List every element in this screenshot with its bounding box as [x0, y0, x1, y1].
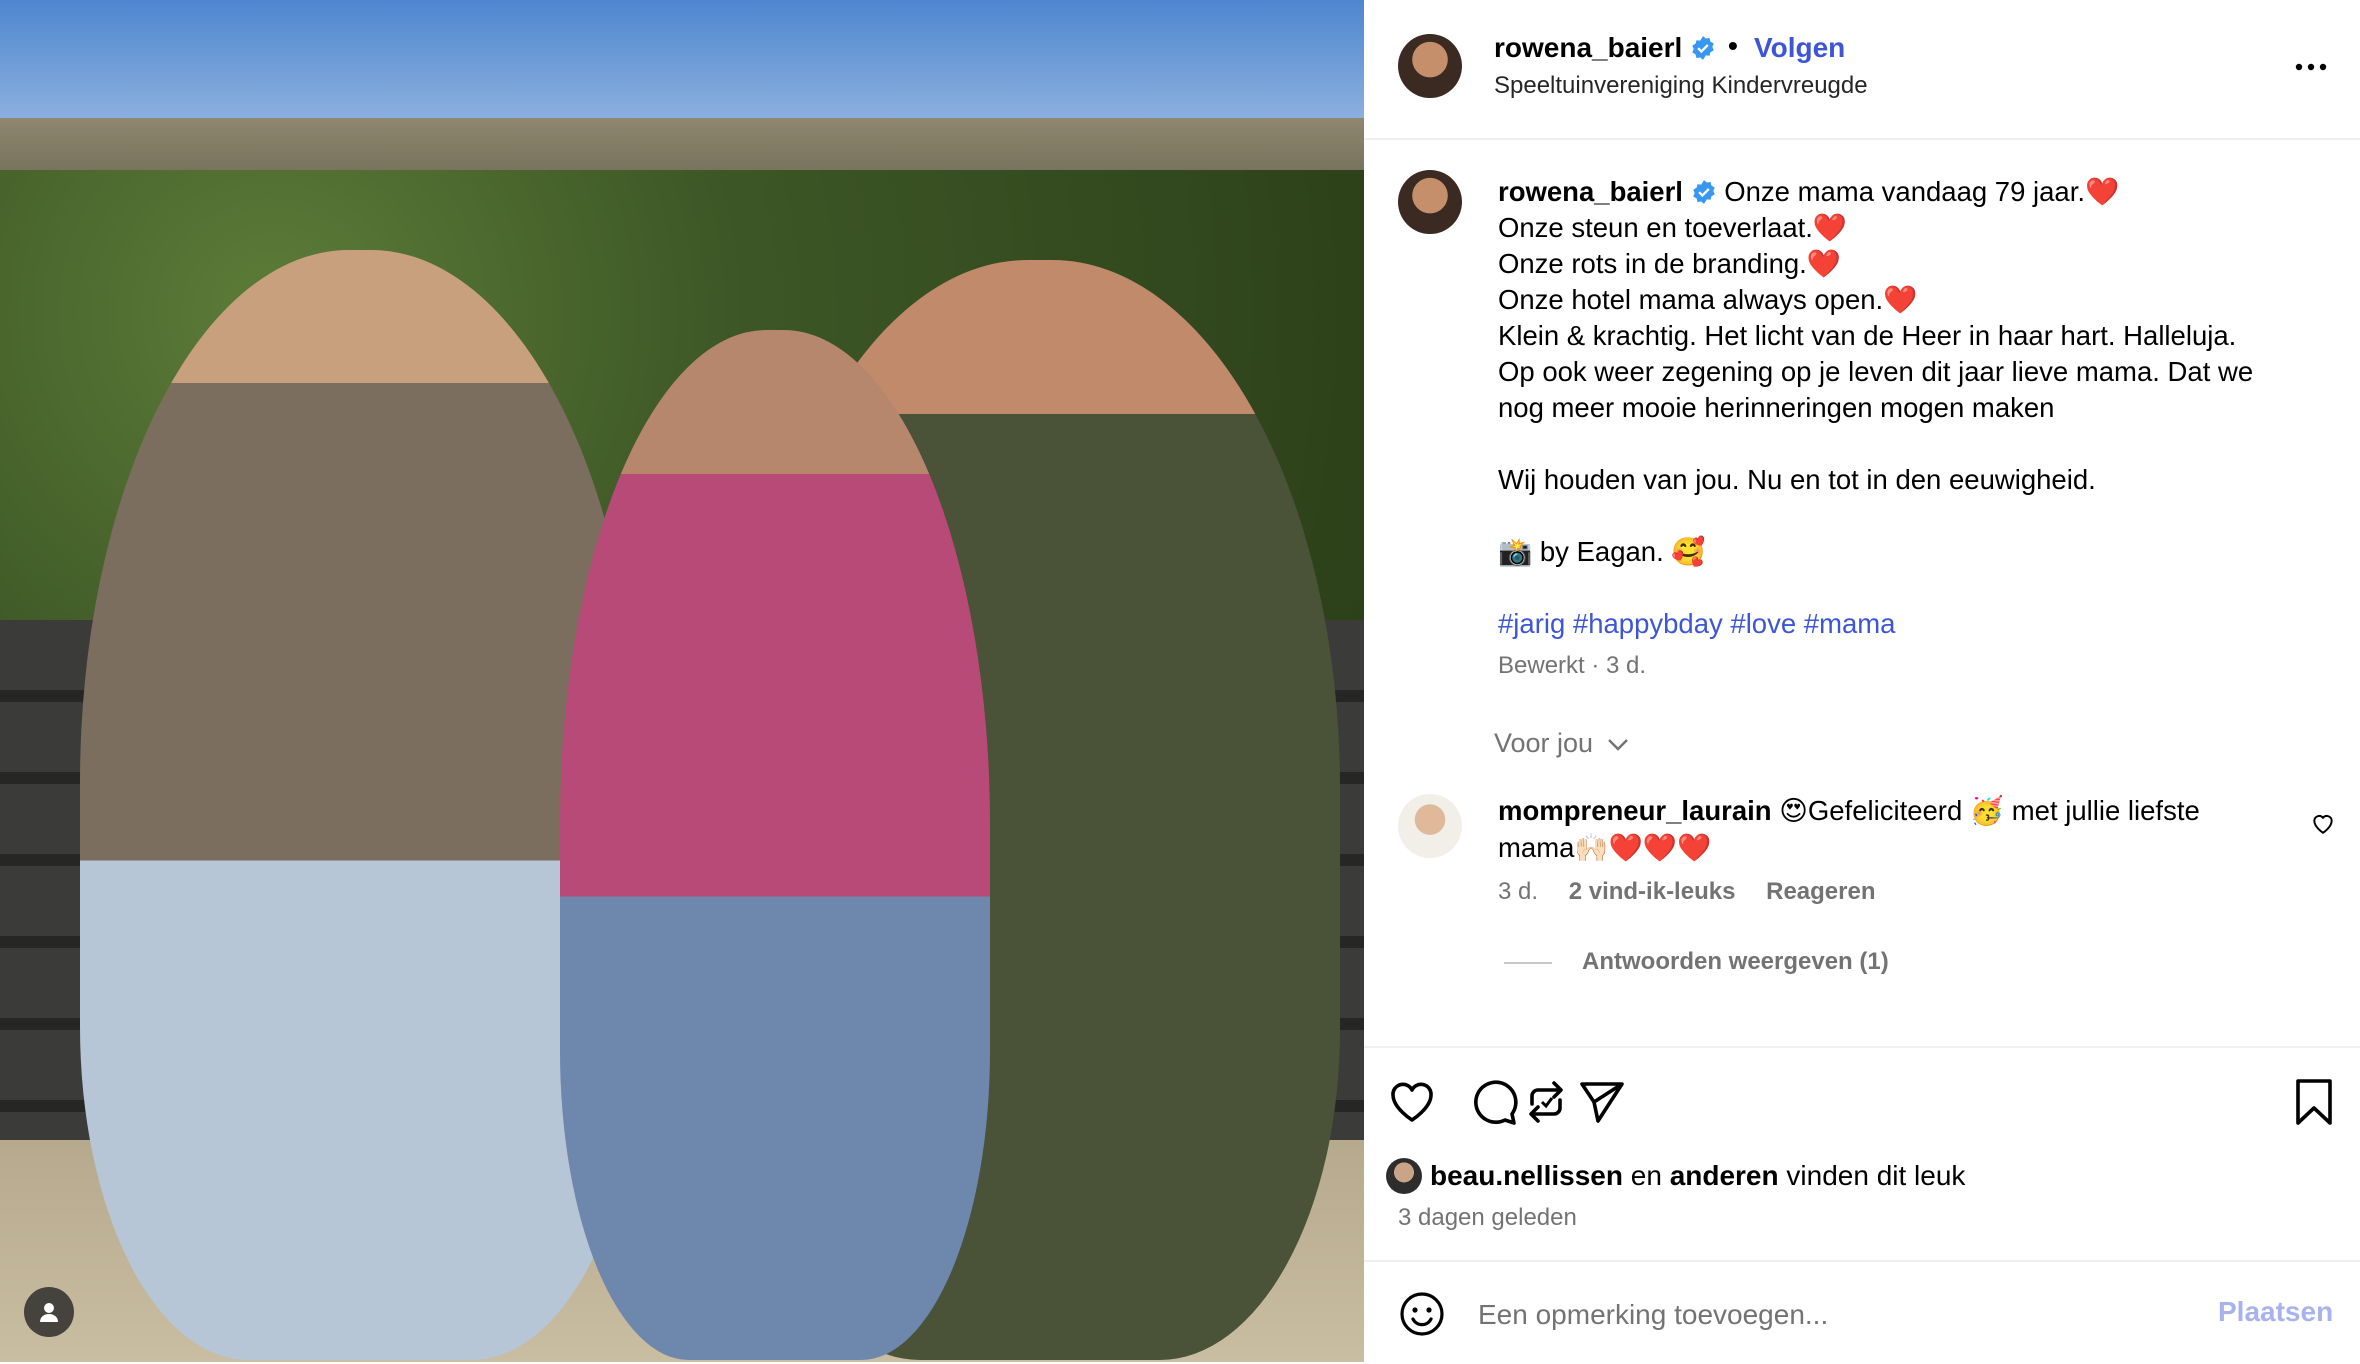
- likes-others[interactable]: anderen: [1670, 1160, 1779, 1191]
- liker-avatar: [1386, 1158, 1422, 1194]
- caption-hashtags[interactable]: #jarig #happybday #love #mama: [1498, 606, 2328, 642]
- comment-reply-button[interactable]: Reageren: [1766, 878, 1875, 905]
- add-comment-input[interactable]: [1476, 1294, 2180, 1336]
- likes-suffix: vinden dit leuk: [1786, 1160, 1966, 1191]
- post-caption: rowena_baierl Onze mama vandaag 79 jaar.…: [1498, 174, 2328, 642]
- caption-edited-time: Bewerkt · 3 d.: [1498, 652, 1647, 679]
- commenter-avatar[interactable]: [1398, 794, 1462, 858]
- likes-summary[interactable]: beau.nellissen en anderen vinden dit leu…: [1386, 1158, 1965, 1194]
- caption-line: 📸 by Eagan. 🥰: [1498, 536, 1706, 567]
- header-separator: •: [1728, 30, 1738, 61]
- post-photo[interactable]: [0, 0, 1364, 1362]
- caption-line: Onze mama vandaag 79 jaar.❤️: [1724, 176, 2120, 207]
- comment-meta: 3 d. 2 vind-ik-leuks Reageren: [1498, 878, 1900, 906]
- author-username[interactable]: rowena_baierl: [1494, 32, 1682, 63]
- post-side-panel: rowena_baierl • Volgen Speeltuinverenigi…: [1364, 0, 2360, 1362]
- post-actions: beau.nellissen en anderen vinden dit leu…: [1364, 1046, 2360, 1262]
- caption-line: Onze steun en toeverlaat.❤️: [1498, 212, 1848, 243]
- tagged-users-icon[interactable]: [24, 1287, 74, 1337]
- comment-sort-dropdown[interactable]: Voor jou: [1494, 728, 1629, 759]
- photo-person-center: [560, 330, 990, 1360]
- caption-line: Klein & krachtig. Het licht van de Heer …: [1498, 320, 2237, 351]
- post-header: rowena_baierl • Volgen Speeltuinverenigi…: [1364, 0, 2360, 140]
- caption-username[interactable]: rowena_baierl: [1498, 176, 1683, 207]
- photo-person-left: [80, 250, 640, 1360]
- comment-text: mompreneur_laurain 😍Gefeliciteerd 🥳 met …: [1498, 792, 2288, 866]
- caption-line: Wij houden van jou. Nu en tot in den eeu…: [1498, 464, 2096, 495]
- share-send-icon[interactable]: [1576, 1076, 1628, 1128]
- comment-body-line1: 😍Gefeliciteerd 🥳 met jullie liefste: [1779, 795, 2200, 826]
- likes-connector: en: [1630, 1160, 1662, 1191]
- save-bookmark-icon[interactable]: [2288, 1076, 2340, 1128]
- author-username-row[interactable]: rowena_baierl: [1494, 32, 1716, 64]
- caption-line: nog meer mooie herinneringen mogen maken: [1498, 392, 2055, 423]
- caption-line: Op ook weer zegening op je leven dit jaa…: [1498, 356, 2254, 387]
- verified-badge-icon: [1692, 36, 1714, 60]
- comment-like-heart-icon[interactable]: [2310, 810, 2336, 836]
- post-timestamp[interactable]: 3 dagen geleden: [1398, 1204, 1577, 1232]
- add-comment-bar: Plaatsen: [1364, 1260, 2360, 1364]
- caption-line: Onze rots in de branding.❤️: [1498, 248, 1842, 279]
- view-replies-button[interactable]: Antwoorden weergeven (1): [1504, 948, 1889, 976]
- verified-badge-icon: [1692, 180, 1715, 204]
- repost-icon[interactable]: [1520, 1076, 1572, 1128]
- caption-line: Onze hotel mama always open.❤️: [1498, 284, 1918, 315]
- comment-sort-label: Voor jou: [1494, 728, 1594, 758]
- author-avatar[interactable]: [1398, 34, 1462, 98]
- commenter-username[interactable]: mompreneur_laurain: [1498, 795, 1772, 826]
- comment-likes-count[interactable]: 2 vind-ik-leuks: [1569, 878, 1736, 905]
- post-location[interactable]: Speeltuinvereniging Kindervreugde: [1494, 72, 1868, 100]
- like-heart-icon[interactable]: [1386, 1076, 1438, 1128]
- comment-bubble-icon[interactable]: [1468, 1076, 1520, 1128]
- caption-author-avatar[interactable]: [1398, 170, 1462, 234]
- emoji-smiley-icon[interactable]: [1398, 1290, 1446, 1338]
- post-comment-button[interactable]: Plaatsen: [2218, 1296, 2333, 1328]
- comment-body-line2: mama🙌🏻❤️❤️❤️: [1498, 832, 1712, 863]
- chevron-down-icon: [1607, 739, 1628, 751]
- comment-time: 3 d.: [1498, 878, 1539, 905]
- comments-scroll-area[interactable]: rowena_baierl Onze mama vandaag 79 jaar.…: [1364, 138, 2360, 1046]
- follow-button[interactable]: Volgen: [1754, 32, 1845, 64]
- more-options-icon[interactable]: [2291, 52, 2331, 82]
- liker-username[interactable]: beau.nellissen: [1430, 1160, 1623, 1191]
